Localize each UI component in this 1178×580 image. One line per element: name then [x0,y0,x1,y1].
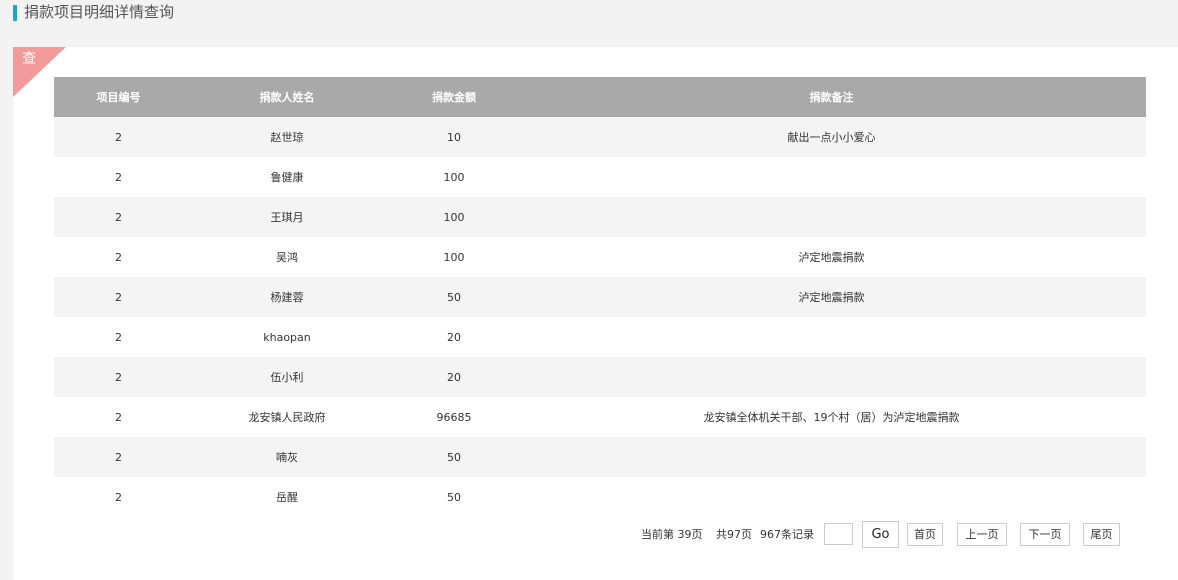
table-row: 2 喃灰 50 [54,437,1146,477]
cell-donor-name: 杨建蓉 [183,277,391,317]
cell-project-id: 2 [54,237,183,277]
go-button[interactable]: Go [862,521,899,548]
cell-amount: 100 [391,157,517,197]
donation-table: 项目编号 捐款人姓名 捐款金额 捐款备注 2 赵世琼 10 献出一点小小爱心 2 鲁健康 1… [54,77,1146,517]
page-number-input[interactable] [824,523,853,545]
cell-donor-name: 喃灰 [183,437,391,477]
cell-remark [517,157,1146,197]
cell-project-id: 2 [54,477,183,517]
cell-amount: 20 [391,357,517,397]
table-row: 2 王琪月 100 [54,197,1146,237]
cell-remark: 献出一点小小爱心 [517,117,1146,157]
cell-project-id: 2 [54,117,183,157]
cell-donor-name: 伍小利 [183,357,391,397]
cell-amount: 50 [391,277,517,317]
cell-donor-name: 王琪月 [183,197,391,237]
cell-amount: 20 [391,317,517,357]
pagination: 当前第 39页 共97页 967条记录 Go 首页 上一页 下一页 尾页 [13,521,1178,549]
pager-total-pages: 共97页 [716,528,752,541]
cell-project-id: 2 [54,317,183,357]
table-row: 2 吴鸿 100 泸定地震捐款 [54,237,1146,277]
cell-remark: 泸定地震捐款 [517,277,1146,317]
cell-amount: 50 [391,437,517,477]
cell-donor-name: 岳醒 [183,477,391,517]
table-row: 2 龙安镇人民政府 96685 龙安镇全体机关干部、19个村（居）为泸定地震捐款 [54,397,1146,437]
table-row: 2 鲁健康 100 [54,157,1146,197]
pager-total-records: 967条记录 [760,528,814,541]
table-row: 2 伍小利 20 [54,357,1146,397]
cell-remark [517,357,1146,397]
col-header-project-id: 项目编号 [54,77,183,117]
cell-remark: 泸定地震捐款 [517,237,1146,277]
table-row: 2 杨建蓉 50 泸定地震捐款 [54,277,1146,317]
table-row: 2 赵世琼 10 献出一点小小爱心 [54,117,1146,157]
pager-current-page: 当前第 39页 [641,528,703,541]
cell-project-id: 2 [54,277,183,317]
cell-project-id: 2 [54,157,183,197]
table-row: 2 岳醒 50 [54,477,1146,517]
cell-donor-name: 吴鸿 [183,237,391,277]
page-header: 捐款项目明细详情查询 [0,0,1178,28]
cell-donor-name: 龙安镇人民政府 [183,397,391,437]
cell-donor-name: 鲁健康 [183,157,391,197]
cell-project-id: 2 [54,437,183,477]
page-title: 捐款项目明细详情查询 [24,3,175,21]
last-page-button[interactable]: 尾页 [1083,523,1120,546]
cell-donor-name: 赵世琼 [183,117,391,157]
cell-project-id: 2 [54,197,183,237]
cell-amount: 100 [391,237,517,277]
query-panel: 查 项目编号 捐款人姓名 捐款金额 捐款备注 2 赵世琼 10 献出一点小小爱心 2 鲁健… [13,47,1178,580]
cell-remark [517,477,1146,517]
col-header-donor-name: 捐款人姓名 [183,77,391,117]
corner-tag-label: 查 [22,51,36,67]
cell-project-id: 2 [54,397,183,437]
col-header-remark: 捐款备注 [517,77,1146,117]
cell-donor-name: khaopan [183,317,391,357]
cell-amount: 10 [391,117,517,157]
cell-project-id: 2 [54,357,183,397]
col-header-amount: 捐款金额 [391,77,517,117]
cell-amount: 50 [391,477,517,517]
cell-remark [517,317,1146,357]
cell-amount: 100 [391,197,517,237]
table-header-row: 项目编号 捐款人姓名 捐款金额 捐款备注 [54,77,1146,117]
cell-amount: 96685 [391,397,517,437]
cell-remark [517,197,1146,237]
title-accent-bar [13,5,17,21]
prev-page-button[interactable]: 上一页 [957,523,1007,546]
first-page-button[interactable]: 首页 [907,523,943,546]
table-row: 2 khaopan 20 [54,317,1146,357]
cell-remark: 龙安镇全体机关干部、19个村（居）为泸定地震捐款 [517,397,1146,437]
cell-remark [517,437,1146,477]
next-page-button[interactable]: 下一页 [1020,523,1070,546]
